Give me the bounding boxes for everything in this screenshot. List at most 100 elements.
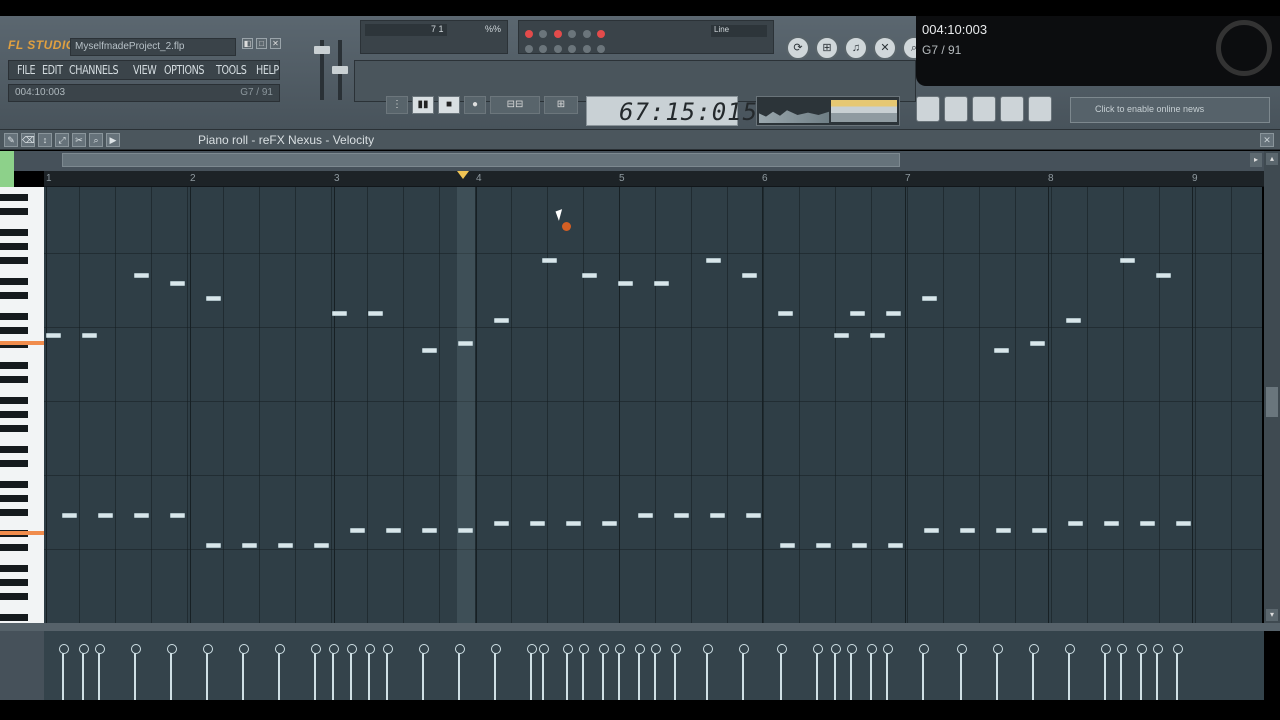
black-key[interactable]: [0, 243, 28, 250]
velocity-bar[interactable]: [455, 644, 465, 700]
note[interactable]: [1032, 528, 1047, 533]
menu-edit[interactable]: EDIT: [38, 63, 67, 77]
piano-roll-button[interactable]: ♫: [844, 36, 868, 60]
note[interactable]: [870, 333, 885, 338]
note[interactable]: [1068, 521, 1083, 526]
maximize-button[interactable]: □: [256, 38, 267, 49]
note[interactable]: [960, 528, 975, 533]
velocity-bar[interactable]: [1153, 644, 1163, 700]
note[interactable]: [816, 543, 831, 548]
note[interactable]: [134, 273, 149, 278]
note[interactable]: [780, 543, 795, 548]
menu-options[interactable]: OPTIONS: [160, 63, 208, 77]
option-led[interactable]: [597, 30, 606, 38]
view-button[interactable]: [1028, 96, 1052, 122]
slice-tool-icon[interactable]: ✂: [72, 133, 86, 147]
black-key[interactable]: [0, 565, 28, 572]
black-key[interactable]: [0, 278, 28, 285]
note[interactable]: [98, 513, 113, 518]
note[interactable]: [746, 513, 761, 518]
note[interactable]: [778, 311, 793, 316]
velocity-bar[interactable]: [993, 644, 1003, 700]
note[interactable]: [1104, 521, 1119, 526]
black-key[interactable]: [0, 446, 28, 453]
note[interactable]: [1156, 273, 1171, 278]
note[interactable]: [278, 543, 293, 548]
velocity-bar[interactable]: [777, 644, 787, 700]
note[interactable]: [494, 521, 509, 526]
black-key[interactable]: [0, 208, 28, 215]
velocity-bar[interactable]: [131, 644, 141, 700]
option-led[interactable]: [597, 45, 606, 53]
note[interactable]: [206, 543, 221, 548]
note[interactable]: [170, 281, 185, 286]
note[interactable]: [170, 513, 185, 518]
piano-roll-title[interactable]: Piano roll - reFX Nexus - Velocity: [198, 133, 374, 147]
black-key[interactable]: [0, 362, 28, 369]
note[interactable]: [566, 521, 581, 526]
pattern-song-toggle[interactable]: ⋮: [386, 96, 408, 114]
black-key[interactable]: [0, 495, 28, 502]
note[interactable]: [458, 341, 473, 346]
tempo-button[interactable]: ⊟⊟: [490, 96, 540, 114]
draw-tool-icon[interactable]: ✎: [4, 133, 18, 147]
velocity-bar[interactable]: [419, 644, 429, 700]
note[interactable]: [852, 543, 867, 548]
black-key[interactable]: [0, 292, 28, 299]
horizontal-scroll-thumb[interactable]: [62, 153, 900, 167]
step-seq-button[interactable]: ⊞: [815, 36, 839, 60]
black-key[interactable]: [0, 376, 28, 383]
master-volume-slider[interactable]: [314, 46, 330, 54]
velocity-lane[interactable]: [44, 631, 1264, 700]
view-button[interactable]: [916, 96, 940, 122]
song-time-display[interactable]: 67:15:015: [586, 96, 757, 126]
note[interactable]: [582, 273, 597, 278]
black-key[interactable]: [0, 481, 28, 488]
velocity-bar[interactable]: [527, 644, 537, 700]
note[interactable]: [638, 513, 653, 518]
zoom-tool-icon[interactable]: ⌕: [89, 133, 103, 147]
black-key[interactable]: [0, 257, 28, 264]
close-button[interactable]: ✕: [270, 38, 281, 49]
black-key[interactable]: [0, 411, 28, 418]
velocity-bar[interactable]: [203, 644, 213, 700]
velocity-bar[interactable]: [813, 644, 823, 700]
note[interactable]: [1176, 521, 1191, 526]
velocity-bar[interactable]: [615, 644, 625, 700]
velocity-bar[interactable]: [539, 644, 549, 700]
black-key[interactable]: [0, 614, 28, 621]
note[interactable]: [742, 273, 757, 278]
note[interactable]: [314, 543, 329, 548]
velocity-bar[interactable]: [1137, 644, 1147, 700]
black-key[interactable]: [0, 194, 28, 201]
note[interactable]: [542, 258, 557, 263]
note[interactable]: [710, 513, 725, 518]
velocity-bar[interactable]: [1101, 644, 1111, 700]
black-key[interactable]: [0, 313, 28, 320]
velocity-bar[interactable]: [383, 644, 393, 700]
pause-button[interactable]: ▮▮: [412, 96, 434, 114]
option-led[interactable]: [582, 45, 591, 53]
note[interactable]: [654, 281, 669, 286]
velocity-bar[interactable]: [867, 644, 877, 700]
view-button[interactable]: [972, 96, 996, 122]
scroll-down-icon[interactable]: ▾: [1266, 609, 1278, 621]
note[interactable]: [602, 521, 617, 526]
note[interactable]: [494, 318, 509, 323]
note[interactable]: [1140, 521, 1155, 526]
note[interactable]: [924, 528, 939, 533]
note[interactable]: [674, 513, 689, 518]
note[interactable]: [706, 258, 721, 263]
black-key[interactable]: [0, 579, 28, 586]
menu-help[interactable]: HELP: [252, 63, 283, 77]
black-key[interactable]: [0, 397, 28, 404]
timeline-ruler[interactable]: 1 2 3 4 5 6 7 8 9: [44, 171, 1264, 187]
master-pitch-slider[interactable]: [332, 66, 348, 74]
note[interactable]: [46, 333, 61, 338]
option-led[interactable]: [582, 30, 591, 38]
play-tool-icon[interactable]: ▶: [106, 133, 120, 147]
black-key[interactable]: [0, 425, 28, 432]
note[interactable]: [242, 543, 257, 548]
note[interactable]: [368, 311, 383, 316]
black-key[interactable]: [0, 509, 28, 516]
